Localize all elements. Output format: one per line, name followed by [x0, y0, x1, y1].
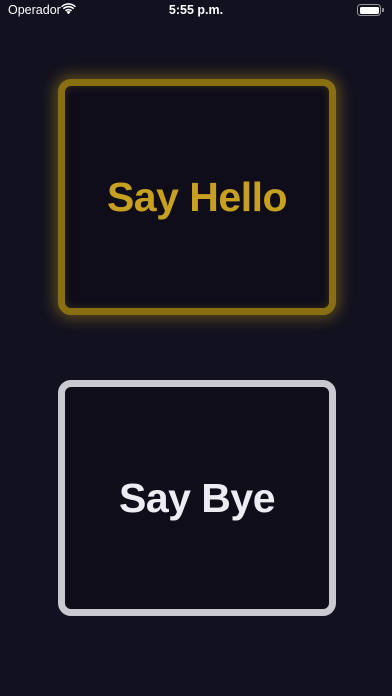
status-bar: Operador 5:55 p.m. — [0, 0, 392, 22]
say-hello-label: Say Hello — [106, 173, 288, 220]
battery-icon — [357, 4, 384, 16]
say-bye-button[interactable]: Say Bye — [58, 380, 336, 616]
say-bye-label: Say Bye — [118, 474, 276, 521]
battery-fill — [359, 6, 379, 14]
status-time: 5:55 p.m. — [168, 3, 224, 17]
say-hello-button[interactable]: Say Hello — [58, 79, 336, 315]
